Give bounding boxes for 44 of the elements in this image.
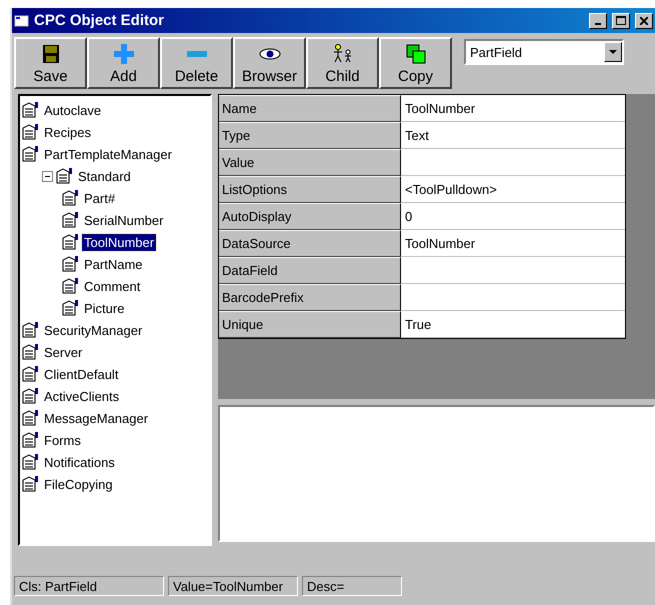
tree-item[interactable]: Picture <box>82 300 126 316</box>
tree-item[interactable]: ActiveClients <box>42 388 122 404</box>
tree-item[interactable]: FileCopying <box>42 476 115 492</box>
tree-item[interactable]: MessageManager <box>42 410 150 426</box>
property-value[interactable]: ToolNumber <box>401 230 625 257</box>
property-name: BarcodePrefix <box>219 284 401 311</box>
add-button[interactable]: Add <box>87 37 160 89</box>
tree-item[interactable]: ToolNumber <box>82 234 156 250</box>
save-button[interactable]: Save <box>14 37 87 89</box>
window-title: CPC Object Editor <box>34 12 166 29</box>
copy-button[interactable]: Copy <box>379 37 452 89</box>
property-name: DataSource <box>219 230 401 257</box>
child-button[interactable]: Child <box>306 37 379 89</box>
property-name: Unique <box>219 311 401 338</box>
tree-item[interactable]: Recipes <box>42 124 93 140</box>
property-name: Value <box>219 149 401 176</box>
property-name: DataField <box>219 257 401 284</box>
tree-item[interactable]: Server <box>42 344 84 360</box>
tree-item[interactable]: SecurityManager <box>42 322 144 338</box>
status-panel: Desc= <box>302 576 402 596</box>
property-name: Type <box>219 122 401 149</box>
property-value[interactable]: 0 <box>401 203 625 230</box>
tree-item[interactable]: SerialNumber <box>82 212 166 228</box>
tree-item[interactable]: PartTemplateManager <box>42 146 174 162</box>
property-name: ListOptions <box>219 176 401 203</box>
property-name: Name <box>219 95 401 122</box>
tree-item[interactable]: Standard <box>76 168 133 184</box>
tree-item[interactable]: Forms <box>42 432 83 448</box>
tree-item[interactable]: ClientDefault <box>42 366 120 382</box>
property-value[interactable]: <ToolPulldown> <box>401 176 625 203</box>
tree-item[interactable]: Notifications <box>42 454 117 470</box>
tree-item[interactable]: Part# <box>82 190 118 206</box>
tree-item[interactable]: Autoclave <box>42 102 104 118</box>
property-name: AutoDisplay <box>219 203 401 230</box>
class-dropdown[interactable]: PartField <box>464 39 624 65</box>
property-value[interactable]: ToolNumber <box>401 95 625 122</box>
status-panel: Value=ToolNumber <box>168 576 298 596</box>
tree-item[interactable]: PartName <box>82 256 145 272</box>
property-value[interactable]: True <box>401 311 625 338</box>
browser-button[interactable]: Browser <box>233 37 306 89</box>
tree-item[interactable]: Comment <box>82 278 142 294</box>
delete-button[interactable]: Delete <box>160 37 233 89</box>
property-value[interactable]: Text <box>401 122 625 149</box>
status-panel: Cls: PartField <box>14 576 164 596</box>
